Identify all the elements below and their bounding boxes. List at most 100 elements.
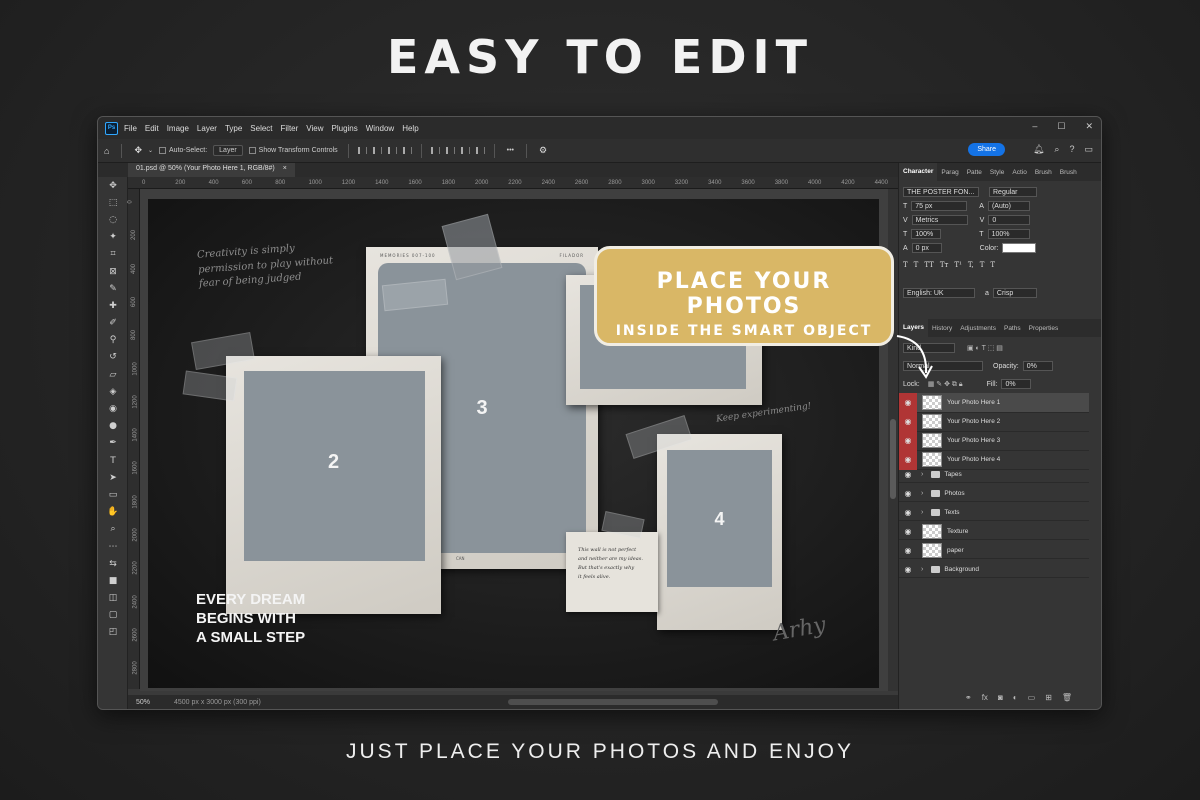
layer-row[interactable]: ◉ paper xyxy=(899,542,1089,559)
small-caps-button[interactable]: Tт xyxy=(940,261,949,269)
magic-wand-icon[interactable]: ✦ xyxy=(98,229,128,246)
subscript-button[interactable]: T, xyxy=(968,261,974,269)
baseline-field[interactable]: 0 px xyxy=(911,243,942,253)
show-transform-checkbox[interactable] xyxy=(248,147,256,154)
tab-character[interactable]: Character xyxy=(899,163,938,181)
menu-help[interactable]: Help xyxy=(402,124,418,133)
link-icon[interactable]: ⚭ xyxy=(965,693,972,702)
align-center-icon[interactable] xyxy=(372,147,382,154)
pen-tool-icon[interactable]: ✒ xyxy=(98,435,128,452)
visibility-eye-icon[interactable]: ◉ xyxy=(899,411,917,432)
visibility-eye-icon[interactable]: ◉ xyxy=(899,559,917,579)
tab-styles[interactable]: Style xyxy=(986,169,1008,176)
faux-bold-button[interactable]: T xyxy=(903,261,908,269)
visibility-eye-icon[interactable]: ◉ xyxy=(899,464,917,484)
tab-brushes[interactable]: Brush xyxy=(1031,169,1056,176)
distribute-vertical-icon[interactable] xyxy=(475,147,485,154)
color-swatch[interactable] xyxy=(1002,243,1037,253)
dodge-tool-icon[interactable]: ● xyxy=(98,418,128,435)
close-icon[interactable]: ✕ xyxy=(1085,121,1093,132)
layer-row[interactable]: ◉ › Tapes xyxy=(899,466,1089,483)
align-top-icon[interactable] xyxy=(430,147,440,154)
share-tool-icon[interactable]: ◰ xyxy=(98,624,128,641)
layer-row[interactable]: ◉ Your Photo Here 3 xyxy=(899,430,1089,451)
move-tool-icon[interactable]: ✥ xyxy=(98,177,128,194)
opacity-field[interactable]: 0% xyxy=(1022,361,1053,371)
new-layer-icon[interactable]: ⊞ xyxy=(1045,693,1052,702)
language-select[interactable]: English: UK xyxy=(903,288,975,298)
frame-tool-icon[interactable]: ⊠ xyxy=(98,263,128,280)
horizontal-scrollbar[interactable] xyxy=(508,699,718,705)
menu-view[interactable]: View xyxy=(306,124,323,133)
menu-file[interactable]: File xyxy=(124,124,137,133)
history-brush-icon[interactable]: ↺ xyxy=(98,349,128,366)
superscript-button[interactable]: T¹ xyxy=(954,261,961,269)
font-style-select[interactable]: Regular xyxy=(989,187,1037,197)
all-caps-button[interactable]: TT xyxy=(924,261,933,269)
underline-button[interactable]: T xyxy=(980,261,985,269)
layer-row[interactable]: ◉ › Texts xyxy=(899,504,1089,521)
tab-paragraph[interactable]: Parag xyxy=(937,169,962,176)
menu-image[interactable]: Image xyxy=(167,124,189,133)
crop-tool-icon[interactable]: ⌗ xyxy=(98,246,128,263)
more-tools-icon[interactable]: ⋯ xyxy=(98,538,128,555)
chevron-down-icon[interactable]: ⌄ xyxy=(148,147,153,154)
filter-icons[interactable]: ▣ ◐ T ⬚ ▤ xyxy=(967,344,1003,352)
expand-chevron-icon[interactable]: › xyxy=(921,566,923,573)
layer-row[interactable]: ◉ Texture xyxy=(899,523,1089,540)
tab-properties[interactable]: Properties xyxy=(1025,325,1063,332)
distribute-icon[interactable] xyxy=(402,147,412,154)
move-tool-icon[interactable]: ✥ xyxy=(134,145,142,156)
swap-colors-icon[interactable]: ⇆ xyxy=(98,555,128,572)
lock-icons[interactable]: ▦ ✎ ✥ ⧉ 🔒︎ xyxy=(928,380,963,389)
share-button[interactable]: Share xyxy=(968,143,1005,156)
help-icon[interactable]: ? xyxy=(1069,144,1074,155)
expand-chevron-icon[interactable]: › xyxy=(921,490,923,497)
menu-plugins[interactable]: Plugins xyxy=(332,124,358,133)
tab-patterns[interactable]: Patte xyxy=(963,169,986,176)
menu-edit[interactable]: Edit xyxy=(145,124,159,133)
align-right-icon[interactable] xyxy=(387,147,397,154)
faux-italic-button[interactable]: T xyxy=(914,261,919,269)
folder-icon[interactable]: ▭ xyxy=(1028,693,1036,702)
tab-adjustments[interactable]: Adjustments xyxy=(956,325,1000,332)
lasso-tool-icon[interactable]: ◌ xyxy=(98,211,128,228)
vertical-scrollbar[interactable] xyxy=(888,189,898,691)
document-tab[interactable]: 01.psd @ 50% (Your Photo Here 1, RGB/8#)… xyxy=(128,163,295,177)
workspace-icon[interactable]: ▭ xyxy=(1084,144,1093,155)
layer-row[interactable]: ◉ › Photos xyxy=(899,485,1089,502)
tab-layers[interactable]: Layers xyxy=(899,319,928,337)
visibility-eye-icon[interactable]: ◉ xyxy=(899,521,917,541)
gear-icon[interactable]: ⚙ xyxy=(539,145,547,156)
font-size-field[interactable]: 75 px xyxy=(911,201,968,211)
bell-icon[interactable]: 🔔︎ xyxy=(1033,144,1044,155)
healing-brush-icon[interactable]: ✚ xyxy=(98,297,128,314)
layer-row[interactable]: ◉ › Background xyxy=(899,561,1089,578)
maximize-icon[interactable]: ☐ xyxy=(1057,121,1065,132)
quick-mask-icon[interactable]: ◫ xyxy=(98,590,128,607)
tab-paths[interactable]: Paths xyxy=(1000,325,1025,332)
type-tool-icon[interactable]: T xyxy=(98,452,128,469)
expand-chevron-icon[interactable]: › xyxy=(921,509,923,516)
fill-field[interactable]: 0% xyxy=(1001,379,1032,389)
minimize-icon[interactable]: – xyxy=(1032,121,1037,132)
leading-field[interactable]: (Auto) xyxy=(987,201,1030,211)
blur-tool-icon[interactable]: ◉ xyxy=(98,400,128,417)
menu-select[interactable]: Select xyxy=(250,124,272,133)
menu-type[interactable]: Type xyxy=(225,124,242,133)
layer-row[interactable]: ◉ Your Photo Here 1 xyxy=(899,392,1089,413)
menu-window[interactable]: Window xyxy=(366,124,394,133)
adjustment-icon[interactable]: ◐ xyxy=(1013,693,1018,702)
vertical-scale-field[interactable]: 100% xyxy=(911,229,942,239)
antialias-select[interactable]: Crisp xyxy=(992,288,1037,298)
expand-chevron-icon[interactable]: › xyxy=(921,471,923,478)
rectangle-tool-icon[interactable]: ▭ xyxy=(98,486,128,503)
tracking-field[interactable]: 0 xyxy=(988,215,1031,225)
hand-tool-icon[interactable]: ✋ xyxy=(98,504,128,521)
more-options-button[interactable]: ••• xyxy=(507,147,514,154)
foreground-color-icon[interactable]: ■ xyxy=(98,572,128,589)
horizontal-scale-field[interactable]: 100% xyxy=(987,229,1030,239)
menu-layer[interactable]: Layer xyxy=(197,124,217,133)
artboard[interactable]: Creativity is simply permission to play … xyxy=(148,199,879,688)
align-left-icon[interactable] xyxy=(357,147,367,154)
